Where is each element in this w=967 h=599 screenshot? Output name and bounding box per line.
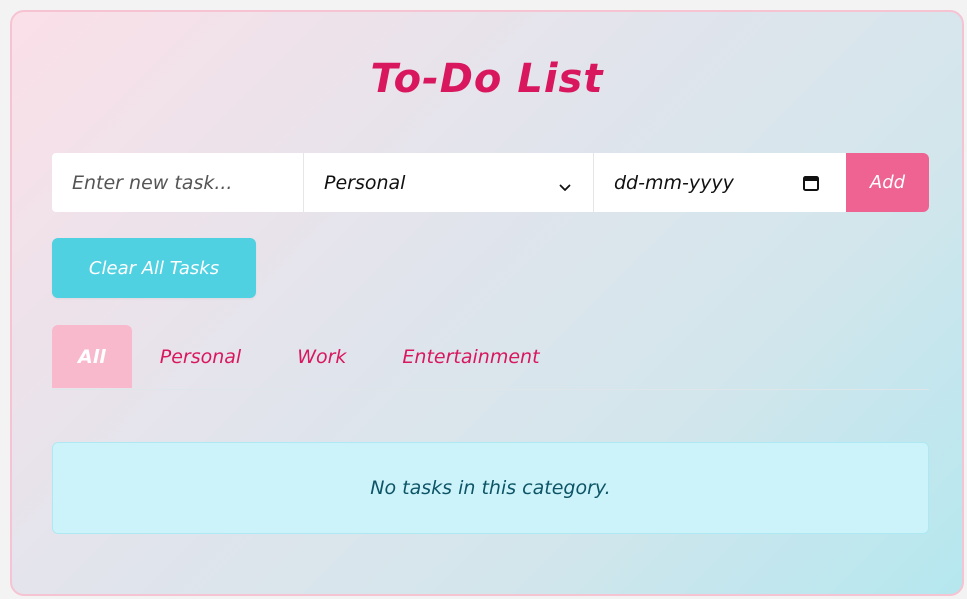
date-placeholder: dd-mm-yyyy	[614, 171, 734, 194]
category-select-value: Personal	[324, 171, 406, 194]
category-select[interactable]: Personal	[304, 153, 594, 212]
tab-work[interactable]: Work	[269, 325, 374, 388]
clear-all-button[interactable]: Clear All Tasks	[52, 238, 256, 298]
category-tabs: All Personal Work Entertainment	[52, 325, 929, 390]
due-date-input[interactable]: dd-mm-yyyy	[594, 153, 846, 212]
add-button[interactable]: Add	[846, 153, 929, 212]
tab-personal[interactable]: Personal	[132, 325, 269, 388]
page-title: To-Do List	[370, 56, 604, 102]
empty-state-message: No tasks in this category.	[52, 442, 929, 534]
tab-entertainment[interactable]: Entertainment	[374, 325, 567, 388]
add-task-form: Personal dd-mm-yyyy Add	[52, 153, 929, 212]
chevron-down-icon	[559, 177, 571, 191]
todo-card: To-Do List Personal dd-mm-yyyy Add Clear…	[10, 10, 964, 596]
calendar-icon[interactable]	[802, 174, 820, 192]
task-input[interactable]	[52, 153, 304, 212]
tab-all[interactable]: All	[52, 325, 132, 388]
